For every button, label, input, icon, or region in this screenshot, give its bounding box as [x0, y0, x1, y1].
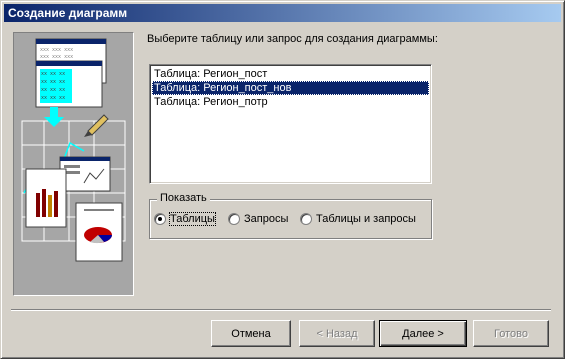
finish-button[interactable]: Готово [473, 320, 549, 347]
svg-text:xx xx xx: xx xx xx [41, 71, 65, 77]
show-group-label: Показать [157, 192, 210, 204]
prompt-text: Выберите таблицу или запрос для создания… [147, 33, 438, 45]
radio-unchecked-icon[interactable] [228, 213, 240, 225]
separator [11, 309, 551, 311]
radio-tables-and-queries-label: Таблицы и запросы [316, 213, 416, 225]
chart-wizard-dialog: Создание диаграмм xxx xxx xxx xxx xxx xxx… [0, 0, 565, 359]
list-item-selected[interactable]: Таблица: Регион_пост_нов [152, 81, 429, 95]
list-item[interactable]: Таблица: Регион_потр [152, 95, 429, 109]
svg-text:xx xx xx: xx xx xx [41, 79, 65, 85]
radio-unchecked-icon[interactable] [300, 213, 312, 225]
table-list[interactable]: Таблица: Регион_пост Таблица: Регион_пос… [149, 64, 432, 184]
radio-queries[interactable]: Запросы [228, 213, 288, 225]
chart-wizard-illustration-icon: xxx xxx xxxxxx xxx xxx xx x x xx xx xx xx xx… [21, 38, 126, 262]
svg-text:xx xx xx: xx xx xx [41, 95, 65, 101]
cancel-button[interactable]: Отмена [211, 320, 291, 347]
list-item[interactable]: Таблица: Регион_пост [152, 67, 429, 81]
radio-tables[interactable]: Таблицы [154, 212, 216, 226]
radio-tables-label: Таблицы [169, 212, 216, 226]
svg-text:xx xx xx: xx xx xx [41, 87, 65, 93]
radio-tables-and-queries[interactable]: Таблицы и запросы [300, 213, 416, 225]
wizard-illustration: xxx xxx xxx xxx xxx xxx xx x x xx xx xx xx xx… [13, 32, 134, 296]
back-button[interactable]: < Назад [299, 320, 375, 347]
window-title: Создание диаграмм [4, 4, 561, 22]
radio-queries-label: Запросы [244, 213, 289, 225]
svg-text:xxx xxx xxx: xxx xxx xxx [40, 47, 73, 53]
radio-checked-icon[interactable] [154, 213, 166, 225]
svg-text:xxx xxx xxx: xxx xxx xxx [40, 54, 73, 60]
next-button[interactable]: Далее > [379, 320, 467, 347]
